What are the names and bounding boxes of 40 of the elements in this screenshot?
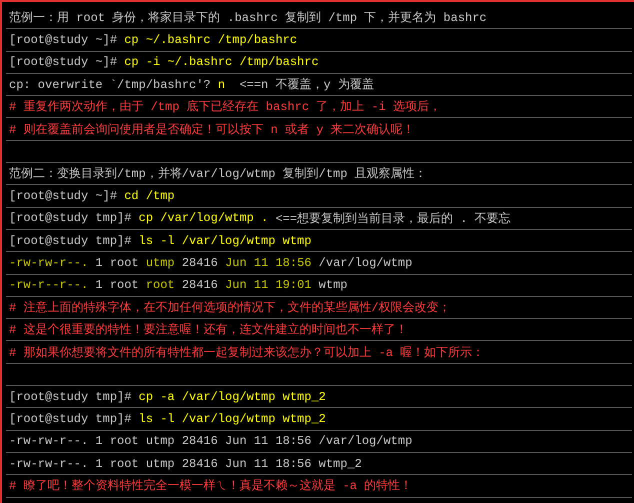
output-text: wtmp [318, 278, 348, 292]
output-text: 28416 [180, 278, 219, 292]
output-text: [root@study ~]# [9, 189, 118, 204]
output-text: 1 root [94, 278, 140, 292]
comment-text: # 注意上面的特殊字体，在不加任何选项的情况下，文件的某些属性/权限会改变； [9, 300, 451, 316]
comment-text: # 瞭了吧！整个资料特性完全一模一样ㄟ！真是不赖～这就是 -a 的特性！ [9, 478, 412, 494]
highlighted-text: -rw-r--r--. [9, 278, 88, 292]
command-text: cp -i ~/.bashrc /tmp/bashrc [124, 55, 319, 70]
command-text: ls -l /var/log/wtmp wtmp_2 [138, 412, 326, 426]
comment-text: # 这是个很重要的特性！要注意喔！还有，连文件建立的时间也不一样了！ [9, 322, 408, 338]
output-text: 范例一：用 root 身份，将家目录下的 .bashrc 复制到 /tmp 下，并更名为 bashrc [9, 10, 487, 26]
comment-text: # 则在覆盖前会询问使用者是否确定！可以按下 n 或者 y 来二次确认呢！ [9, 122, 415, 138]
output-text: 28416 [180, 256, 219, 270]
command-text: cp ~/.bashrc /tmp/bashrc [124, 32, 298, 47]
output-text: 范例二：变换目录到/tmp，并将/var/log/wtmp 复制到/tmp 且观察属性： [9, 166, 427, 182]
command-text: cp /var/log/wtmp . [138, 211, 268, 226]
output-text: [root@study tmp]# [9, 390, 132, 404]
command-text: cd /tmp [124, 189, 175, 204]
comment-text: # 那如果你想要将文件的所有特性都一起复制过来该怎办？可以加上 -a 喔！如下所示： [9, 344, 484, 361]
output-text: -rw-rw-r--. 1 root utmp 28416 Jun 11 18:56 /var/log/wtmp [9, 434, 412, 448]
output-text: <==想要复制到当前目录，最后的 . 不要忘 [274, 210, 511, 227]
output-text: 1 root [94, 256, 140, 270]
highlighted-text: utmp [146, 256, 175, 270]
output-text: [root@study ~]# [9, 55, 118, 70]
command-text: cp -a /var/log/wtmp wtmp_2 [138, 390, 326, 404]
output-text: -rw-rw-r--. 1 root utmp 28416 Jun 11 18:56 wtmp_2 [9, 456, 362, 471]
command-text: n [218, 78, 226, 92]
highlighted-text: Jun 11 19:01 [225, 278, 312, 292]
output-text: [root@study tmp]# [9, 211, 132, 226]
command-text: ls -l /var/log/wtmp wtmp [138, 234, 312, 248]
output-text: [root@study tmp]# [9, 412, 132, 426]
highlighted-text: Jun 11 18:56 [225, 256, 312, 270]
output-text: <==n 不覆盖，y 为覆盖 [238, 76, 374, 94]
highlighted-text: root [146, 278, 175, 292]
output-text: cp: overwrite `/tmp/bashrc'? [9, 78, 212, 92]
output-text: [root@study ~]# [9, 32, 118, 47]
output-text: [root@study tmp]# [9, 234, 132, 248]
output-text: /var/log/wtmp [318, 256, 412, 270]
highlighted-text: -rw-rw-r--. [9, 256, 88, 270]
comment-text: # 重复作两次动作，由于 /tmp 底下已经存在 bashrc 了，加上 -i 选项后， [9, 99, 442, 116]
